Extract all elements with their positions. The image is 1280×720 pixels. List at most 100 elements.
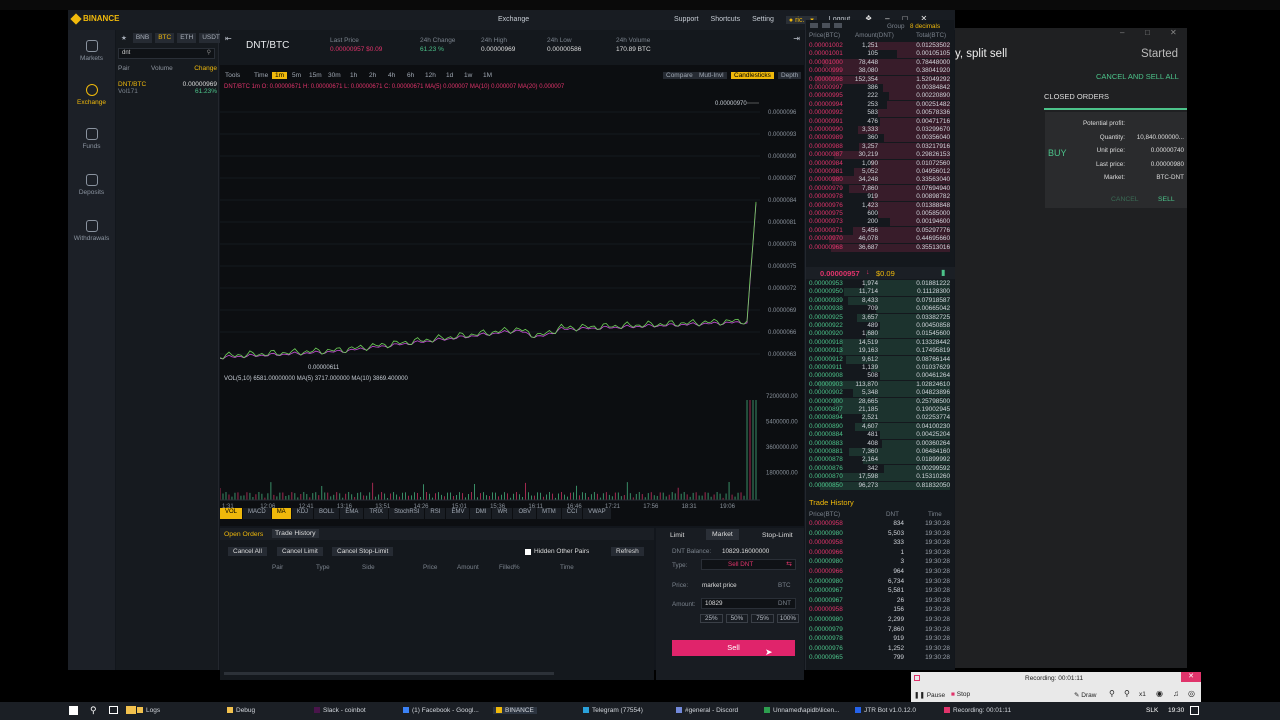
bot-close-icon[interactable]: ✕ (1170, 28, 1177, 37)
tb-4h[interactable]: 4h (388, 72, 395, 79)
book-row[interactable]: 0.00000997 386 0.00384842 (809, 84, 950, 92)
stop-button[interactable]: ■ Stop (951, 691, 970, 698)
pct-50-button[interactable]: 50% (725, 614, 749, 623)
sell-button[interactable]: Sell (672, 640, 795, 656)
cancel-button[interactable]: CANCEL (1111, 196, 1139, 203)
taskbar-item[interactable]: Recording: 00:01:11 (944, 707, 1011, 714)
tb-1m[interactable]: 1m (272, 72, 288, 79)
book-row[interactable]: 0.00000900 28,665 0.25798500 (809, 397, 950, 406)
taskbar-item[interactable]: Unnamed\apidb\licen... (764, 707, 840, 714)
taskbar-item[interactable]: (1) Facebook - Googl... (403, 707, 479, 714)
notification-icon[interactable] (1190, 706, 1199, 715)
zoom-icon[interactable]: ⚲ (1109, 689, 1115, 698)
book-row[interactable]: 0.00000999 38,080 0.38041920 (809, 67, 950, 76)
indicator-wr[interactable]: WR (492, 508, 513, 519)
taskbar-item[interactable]: Telegram (77554) (583, 707, 643, 714)
book-row[interactable]: 0.00000991 476 0.00471716 (809, 117, 950, 126)
task-view-icon[interactable] (109, 706, 118, 714)
taskbar-item[interactable]: #general - Discord (676, 707, 738, 714)
book-row[interactable]: 0.00000850 96,273 0.81832050 (809, 481, 950, 490)
pct-100-button[interactable]: 100% (776, 614, 799, 623)
bot-minimize-icon[interactable]: – (1120, 28, 1124, 37)
book-row[interactable]: 0.00000981 5,052 0.04956012 (809, 168, 950, 176)
indicator-dmi[interactable]: DMI (470, 508, 492, 519)
book-row[interactable]: 0.00000987 30,219 0.29826153 (809, 151, 950, 160)
amount-input[interactable]: 10829 DNT (701, 598, 796, 609)
tab-btc[interactable]: BTC (155, 33, 175, 43)
sidebar-item-exchange[interactable]: Exchange (68, 84, 115, 106)
book-row[interactable]: 0.00000922 489 0.00450858 (809, 322, 950, 330)
tb-30m[interactable]: 30m (328, 72, 341, 79)
cancel-limit-button[interactable]: Cancel Limit (277, 547, 323, 556)
sell-order-button[interactable]: SELL (1158, 196, 1175, 203)
taskbar-item[interactable]: Logs (137, 707, 160, 714)
tb-time[interactable]: Time (254, 72, 268, 79)
book-row[interactable]: 0.00000979 7,860 0.07694940 (809, 184, 950, 193)
recorder-close-icon[interactable]: ✕ (1181, 672, 1201, 682)
sidebar-item-markets[interactable]: Markets (68, 40, 115, 62)
tb-multi-interval[interactable]: Mutl-Invl (696, 72, 727, 79)
book-row[interactable]: 0.00000990 3,333 0.03299670 (809, 126, 950, 134)
book-row[interactable]: 0.00000971 5,456 0.05297776 (809, 226, 950, 235)
tab-open-orders[interactable]: Open Orders (224, 531, 263, 538)
favorites-star-icon[interactable]: ★ (118, 33, 130, 43)
book-row[interactable]: 0.00001000 78,448 0.78448000 (809, 58, 950, 67)
book-row[interactable]: 0.00000925 3,657 0.03382725 (809, 313, 950, 322)
tb-6h[interactable]: 6h (407, 72, 414, 79)
swap-icon[interactable]: ⇆ (786, 560, 792, 568)
book-row[interactable]: 0.00000938 709 0.00665042 (809, 305, 950, 314)
bot-maximize-icon[interactable]: □ (1145, 28, 1150, 37)
tb-1w[interactable]: 1w (464, 72, 472, 79)
tab-limit[interactable]: Limit (670, 532, 684, 539)
indicator-ema[interactable]: EMA (340, 508, 364, 519)
tab-market[interactable]: Market (706, 529, 739, 540)
book-row[interactable]: 0.00000897 21,185 0.19002945 (809, 406, 950, 414)
sidebar-item-funds[interactable]: Funds (68, 128, 115, 150)
indicator-boll[interactable]: BOLL (314, 508, 340, 519)
sidebar-item-withdrawals[interactable]: Withdrawals (68, 220, 115, 242)
book-row[interactable]: 0.00000903 113,870 1.02824610 (809, 380, 950, 389)
indicator-mtm[interactable]: MTM (537, 508, 561, 519)
book-row[interactable]: 0.00000894 2,521 0.02253774 (809, 414, 950, 423)
type-select[interactable]: Sell DNT ⇆ (701, 559, 796, 570)
tb-compare[interactable]: Compare (663, 72, 696, 79)
cancel-all-button[interactable]: Cancel All (228, 547, 267, 556)
cancel-stop-limit-button[interactable]: Cancel Stop-Limit (332, 547, 394, 556)
tb-1M[interactable]: 1M (483, 72, 492, 79)
book-row[interactable]: 0.00000973 200 0.00194600 (809, 218, 950, 227)
tab-bnb[interactable]: BNB (132, 33, 153, 43)
book-row[interactable]: 0.00000870 17,598 0.15310260 (809, 473, 950, 482)
book-row[interactable]: 0.00000912 9,612 0.08766144 (809, 355, 950, 364)
tb-1h[interactable]: 1h (350, 72, 357, 79)
book-row[interactable]: 0.00000950 11,714 0.11128300 (809, 288, 950, 297)
book-row[interactable]: 0.00000978 919 0.00898782 (809, 193, 950, 202)
book-row[interactable]: 0.00000911 1,139 0.01037629 (809, 364, 950, 372)
book-row[interactable]: 0.00000984 1,090 0.01072560 (809, 159, 950, 168)
cancel-and-sell-all-button[interactable]: CANCEL AND SELL ALL (1096, 72, 1179, 81)
tray-lang[interactable]: SLK (1146, 707, 1158, 714)
book-row[interactable]: 0.00000918 14,519 0.13328442 (809, 338, 950, 347)
pct-75-button[interactable]: 75% (751, 614, 774, 623)
tab-trade-history[interactable]: Trade History (272, 529, 319, 538)
indicator-vwap[interactable]: VWAP (583, 508, 611, 519)
book-row[interactable]: 0.00000876 342 0.00299592 (809, 464, 950, 473)
taskbar-item[interactable]: BINANCE (493, 707, 537, 714)
tray-clock[interactable]: 19:30 (1168, 707, 1184, 714)
orders-scrollbar[interactable] (224, 672, 554, 675)
book-row[interactable]: 0.00000995 222 0.00220890 (809, 92, 950, 101)
indicator-ma[interactable]: MA (271, 508, 291, 519)
book-row[interactable]: 0.00000994 253 0.00251482 (809, 100, 950, 109)
book-row[interactable]: 0.00000988 3,257 0.03217916 (809, 142, 950, 151)
book-row[interactable]: 0.00000913 19,163 0.17495819 (809, 347, 950, 356)
expand-icon[interactable]: ⇥ (793, 34, 800, 43)
book-row[interactable]: 0.00000890 4,607 0.04100230 (809, 422, 950, 431)
indicator-emv[interactable]: EMV (446, 508, 470, 519)
book-row[interactable]: 0.00000902 5,348 0.04823896 (809, 389, 950, 398)
decimals-select[interactable]: 8 decimals (910, 23, 940, 30)
book-row[interactable]: 0.00000968 36,687 0.35513016 (809, 243, 950, 252)
windows-start-icon[interactable] (69, 706, 78, 715)
market-row[interactable]: DNT/BTC 0.00000969 Vol171 61.23% (118, 81, 217, 95)
tb-candlesticks[interactable]: Candlesticks (731, 72, 774, 79)
book-row[interactable]: 0.00000939 8,433 0.07918587 (809, 296, 950, 305)
book-row[interactable]: 0.00000970 46,078 0.44695660 (809, 235, 950, 244)
